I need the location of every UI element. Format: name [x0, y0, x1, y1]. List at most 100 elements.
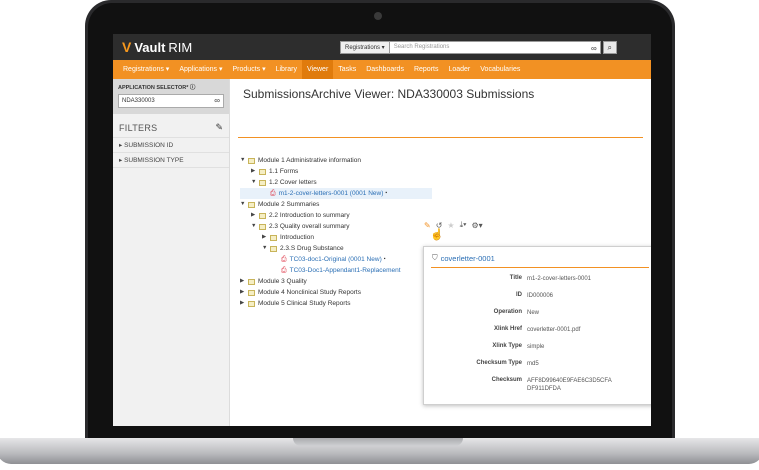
folder-icon: [248, 289, 255, 296]
popup-field: Xlink Type simple: [424, 343, 651, 351]
nav-item[interactable]: Tasks: [333, 60, 361, 79]
application-selector-input[interactable]: NDA330003 ∞: [118, 94, 224, 108]
tree-row[interactable]: ⎙ TC03-doc1-Original (0001 New) ▪: [240, 254, 443, 265]
pdf-document-icon: ⎙: [281, 267, 287, 274]
document-info-popup: ⛉ coverletter-0001 Title m1-2-cover-lette…: [423, 246, 651, 405]
settings-gear-icon[interactable]: ⚙▾: [471, 221, 482, 230]
search-input[interactable]: Search Registrations ∞: [389, 41, 601, 54]
field-value: AFF8D99640E9FAE6C3D5CFA DF911DFDA: [527, 378, 612, 392]
field-key: Checksum: [491, 377, 522, 383]
logo-name: Vault: [134, 39, 166, 55]
application-selector-value: NDA330003: [122, 98, 155, 104]
vault-v-icon: V: [122, 39, 132, 55]
popup-title[interactable]: ⛉ coverletter-0001: [432, 253, 495, 263]
tree-row[interactable]: ▼ 2.3 Quality overall summary: [240, 221, 421, 232]
binoculars-icon[interactable]: ∞: [214, 95, 220, 107]
popup-field: Checksum AFF8D99640E9FAE6C3D5CFA DF911DFD…: [424, 377, 651, 393]
caret-right-icon[interactable]: ▶: [251, 166, 259, 177]
tree-row[interactable]: ▼ 1.2 Cover letters: [240, 177, 421, 188]
caret-right-icon[interactable]: ▶: [240, 276, 248, 287]
star-icon[interactable]: ★: [447, 221, 454, 230]
popup-field: Xlink Href coverletter-0001.pdf: [424, 326, 651, 334]
section-label: 2.3 Quality overall summary: [269, 223, 350, 230]
caret-right-icon[interactable]: ▶: [251, 210, 259, 221]
field-key: Xlink Href: [493, 326, 522, 332]
tree-row[interactable]: ▶ Module 4 Nonclinical Study Reports: [240, 287, 410, 298]
section-label: Introduction: [280, 234, 314, 241]
tree-row[interactable]: ▶ Introduction: [240, 232, 432, 243]
nav-item[interactable]: Loader: [443, 60, 475, 79]
field-value: md5: [527, 361, 539, 367]
section-label: 2.3.S Drug Substance: [280, 245, 344, 252]
search-bar: Registrations ▾ Search Registrations ∞ ⌕: [340, 41, 640, 54]
logo-suffix: RIM: [168, 39, 193, 55]
tree-row[interactable]: ▶ Module 3 Quality: [240, 276, 410, 287]
caret-right-icon[interactable]: ▶: [262, 232, 270, 243]
field-value: simple: [527, 344, 545, 350]
pdf-document-icon: ⎙: [270, 190, 276, 197]
app-screen: V Vault RIM Registrations ▾ Search Regis…: [113, 34, 651, 426]
folder-icon: [270, 245, 277, 252]
tree-row[interactable]: ⎙ TC03-Doc1-Appendant1-Replacement: [240, 265, 443, 276]
field-value: ID000006: [527, 293, 554, 299]
field-key: ID: [516, 292, 522, 298]
page-title: SubmissionsArchive Viewer: NDA330003 Sub…: [243, 87, 535, 101]
lock-icon: ▪: [385, 190, 388, 196]
top-bar: V Vault RIM Registrations ▾ Search Regis…: [113, 34, 651, 60]
field-key: Operation: [493, 309, 522, 315]
caret-down-icon[interactable]: ▼: [240, 155, 248, 166]
tree-row[interactable]: ▼ Module 1 Administrative information: [240, 155, 410, 166]
nav-item[interactable]: Vocabularies: [475, 60, 525, 79]
search-icon: ⌕: [607, 43, 612, 52]
tree-row[interactable]: ▶ Module 5 Clinical Study Reports: [240, 298, 410, 309]
field-key: Title: [509, 275, 522, 281]
popup-field: Operation New: [424, 309, 651, 317]
nav-item[interactable]: Registrations ▾: [118, 60, 174, 79]
caret-right-icon[interactable]: ▶: [240, 287, 248, 298]
camera-dot: [374, 12, 382, 20]
search-button[interactable]: ⌕: [602, 41, 617, 54]
filter-submission-id[interactable]: ▸ SUBMISSION ID: [113, 137, 229, 153]
nav-item[interactable]: Viewer: [302, 60, 334, 79]
document-link[interactable]: TC03-Doc1-Appendant1-Replacement: [290, 265, 401, 276]
section-label: Module 2 Summaries: [258, 201, 320, 208]
folder-icon: [259, 223, 266, 230]
tree-row[interactable]: ▼ 2.3.S Drug Substance: [240, 243, 432, 254]
application-selector: APPLICATION SELECTOR* ⓘ NDA330003 ∞: [113, 79, 229, 114]
section-label: 2.2 Introduction to summary: [269, 212, 350, 219]
search-scope-dropdown[interactable]: Registrations ▾: [340, 41, 390, 54]
filters-header: FILTERS ✎: [113, 122, 229, 133]
binoculars-icon[interactable]: ∞: [591, 43, 597, 54]
search-placeholder: Search Registrations: [393, 44, 450, 50]
filter-submission-type[interactable]: ▸ SUBMISSION TYPE: [113, 153, 229, 168]
caret-down-icon[interactable]: ▼: [262, 243, 270, 254]
field-key: Xlink Type: [492, 343, 522, 349]
pencil-icon[interactable]: ✎: [215, 122, 223, 133]
caret-down-icon[interactable]: ▼: [240, 199, 248, 210]
nav-item[interactable]: Dashboards: [361, 60, 409, 79]
tree-row[interactable]: ▶ 1.1 Forms: [240, 166, 421, 177]
sidebar: APPLICATION SELECTOR* ⓘ NDA330003 ∞ FILT…: [113, 79, 230, 426]
download-icon[interactable]: ⤓▾: [460, 220, 467, 230]
nav-item[interactable]: Reports: [409, 60, 444, 79]
caret-right-icon[interactable]: ▶: [240, 298, 248, 309]
filters-title: FILTERS: [119, 122, 158, 133]
tree-row[interactable]: ⎙ m1-2-cover-letters-0001 (0001 New) ▪: [240, 188, 432, 199]
document-link[interactable]: TC03-doc1-Original (0001 New): [290, 254, 382, 265]
nav-item[interactable]: Products ▾: [228, 60, 271, 79]
caret-down-icon[interactable]: ▼: [251, 177, 259, 188]
nav-item[interactable]: Applications ▾: [174, 60, 227, 79]
tree-row[interactable]: ▼ Module 2 Summaries: [240, 199, 410, 210]
field-key: Checksum Type: [476, 360, 522, 366]
document-link[interactable]: m1-2-cover-letters-0001 (0001 New): [279, 188, 384, 199]
hand-cursor-icon: ☝: [430, 229, 444, 241]
lock-icon: ▪: [383, 256, 386, 262]
tree-row[interactable]: ▶ 2.2 Introduction to summary: [240, 210, 421, 221]
vault-rim-logo[interactable]: V Vault RIM: [122, 39, 192, 55]
folder-icon: [248, 201, 255, 208]
pdf-document-icon: ⎙: [281, 256, 287, 263]
folder-icon: [248, 278, 255, 285]
nav-item[interactable]: Library: [271, 60, 302, 79]
caret-down-icon[interactable]: ▼: [251, 221, 259, 232]
submission-tree: ▼ Module 1 Administrative information ▶ 1.1…: [240, 155, 443, 309]
